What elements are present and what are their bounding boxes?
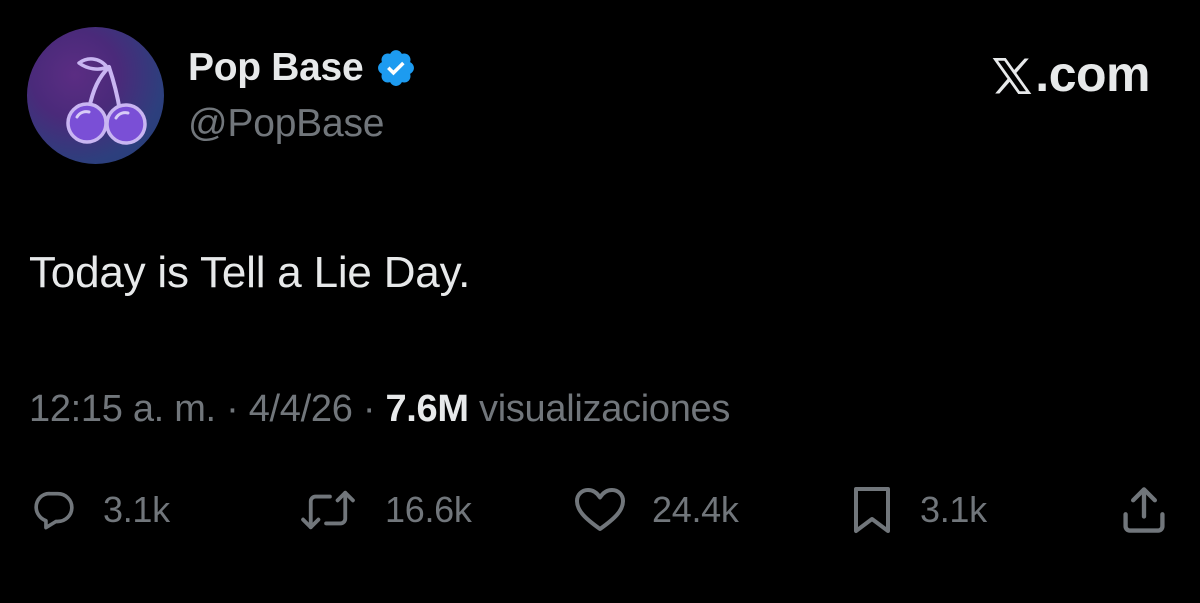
repost-count: 16.6k <box>385 489 472 530</box>
meta-separator: · <box>362 388 386 430</box>
tweet-time[interactable]: 12:15 a. m. <box>29 388 216 430</box>
x-logo-icon <box>991 52 1033 96</box>
action-bar: 3.1k 16.6k 24.4k 3.1k <box>0 482 1200 542</box>
tweet-meta: 12:15 a. m. · 4/4/26 · 7.6M visualizacio… <box>29 388 730 431</box>
share-icon <box>1123 487 1165 533</box>
repost-icon <box>301 490 355 530</box>
like-count: 24.4k <box>652 489 739 530</box>
share-button[interactable] <box>1118 482 1170 538</box>
views-label: visualizaciones <box>479 388 731 430</box>
views-count: 7.6M <box>385 388 469 430</box>
repost-button[interactable]: 16.6k <box>297 482 472 538</box>
meta-separator: · <box>226 388 249 430</box>
tweet-date[interactable]: 4/4/26 <box>249 388 353 430</box>
reply-count: 3.1k <box>103 489 170 530</box>
tweet-text: Today is Tell a Lie Day. <box>29 248 471 297</box>
tweet-card: Pop Base @PopBase .com Today is Tell a L… <box>0 0 1200 603</box>
brand-label: .com <box>1035 46 1150 102</box>
display-name[interactable]: Pop Base <box>188 46 364 90</box>
cherries-icon <box>66 57 147 145</box>
verified-badge-icon[interactable] <box>375 47 417 89</box>
bookmark-button[interactable]: 3.1k <box>850 482 987 538</box>
heart-icon <box>575 488 625 531</box>
bookmark-count: 3.1k <box>920 489 987 530</box>
avatar[interactable] <box>27 27 164 164</box>
reply-button[interactable]: 3.1k <box>31 482 170 538</box>
bookmark-icon <box>854 487 890 533</box>
name-row: Pop Base <box>188 44 417 92</box>
brand: .com <box>991 45 1150 103</box>
handle[interactable]: @PopBase <box>188 102 384 146</box>
like-button[interactable]: 24.4k <box>574 482 739 538</box>
reply-icon <box>34 491 74 530</box>
